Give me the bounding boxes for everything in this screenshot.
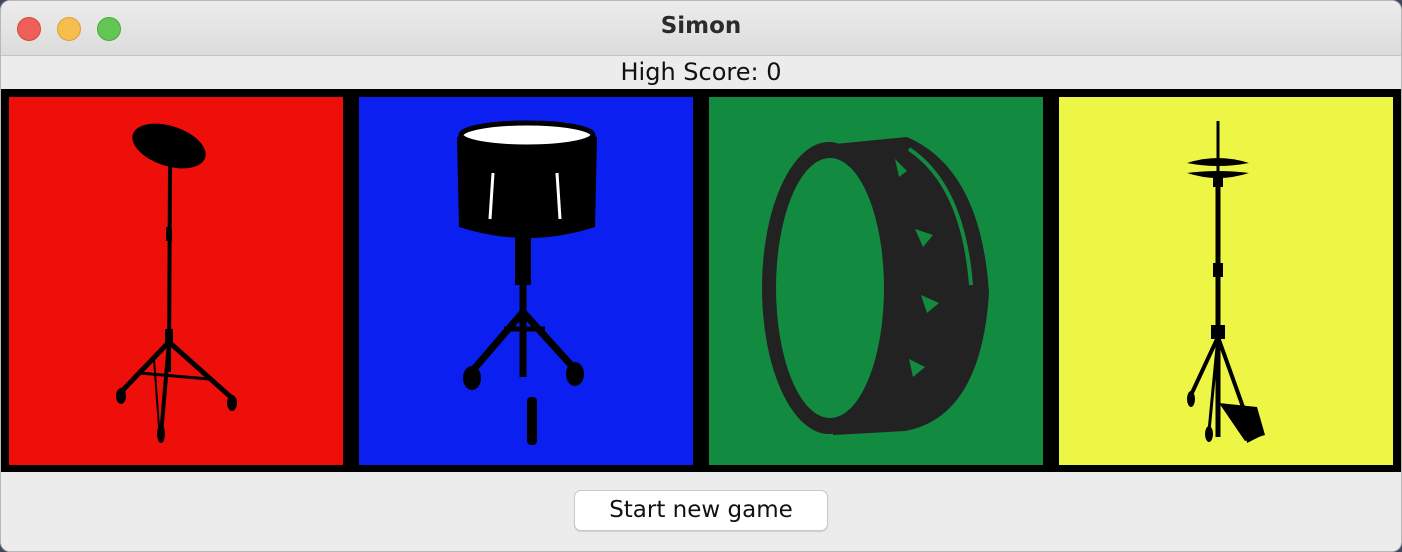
yellow-pad[interactable] xyxy=(1059,97,1393,465)
main-content: High Score: 0 Start new game xyxy=(1,56,1401,551)
window-title: Simon xyxy=(660,13,742,39)
app-window: Simon High Score: 0 Start new game xyxy=(0,0,1402,552)
start-new-game-button[interactable]: Start new game xyxy=(574,490,828,531)
pad-board xyxy=(1,89,1401,472)
snare-drum-icon xyxy=(359,97,693,465)
hi-hat-icon xyxy=(1059,97,1393,465)
red-pad[interactable] xyxy=(9,97,343,465)
bass-drum-icon xyxy=(709,97,1043,465)
blue-pad[interactable] xyxy=(359,97,693,465)
green-pad[interactable] xyxy=(709,97,1043,465)
cymbal-stand-icon xyxy=(9,97,343,465)
high-score-label: High Score: 0 xyxy=(620,58,782,86)
title-bar: Simon xyxy=(1,1,1401,56)
